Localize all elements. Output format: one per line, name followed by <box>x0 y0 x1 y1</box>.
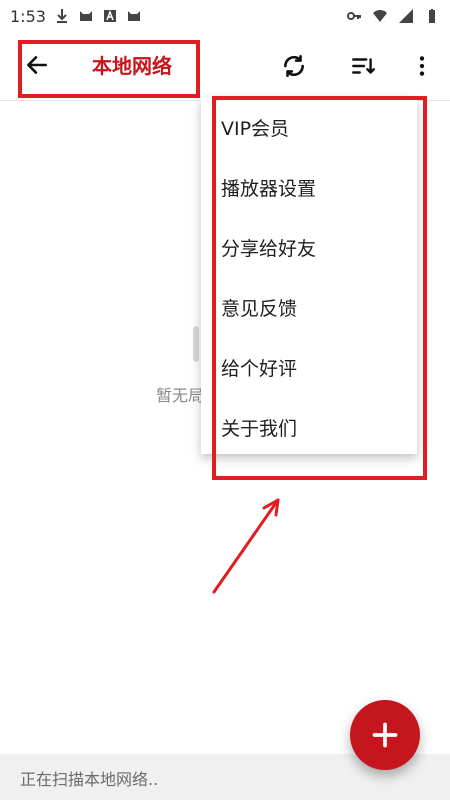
more-vert-icon <box>419 56 425 76</box>
download-icon <box>54 8 70 24</box>
status-bar: 1:53 <box>0 0 450 32</box>
empty-state-text: 暂无局 <box>156 386 205 405</box>
more-button[interactable] <box>404 48 440 84</box>
annotation-title-highlight <box>18 40 200 98</box>
cat-icon <box>126 8 142 24</box>
annotation-menu-highlight <box>212 96 427 480</box>
annotation-arrow <box>212 498 280 594</box>
scan-status-text: 正在扫描本地网络.. <box>20 770 159 789</box>
empty-state-icon <box>193 326 199 362</box>
a-box-icon <box>102 8 118 24</box>
sort-icon <box>352 58 376 74</box>
battery-icon <box>424 8 440 24</box>
status-right <box>346 8 440 24</box>
status-left: 1:53 <box>10 7 142 26</box>
status-time: 1:53 <box>10 6 46 26</box>
cat-icon <box>78 8 94 24</box>
sync-button[interactable] <box>276 48 312 84</box>
add-button[interactable] <box>350 700 420 770</box>
wifi-icon <box>372 8 388 24</box>
signal-icon <box>398 8 414 24</box>
sort-button[interactable] <box>345 48 381 84</box>
key-icon <box>346 8 362 24</box>
add-icon <box>372 722 398 748</box>
sync-icon <box>284 54 304 78</box>
